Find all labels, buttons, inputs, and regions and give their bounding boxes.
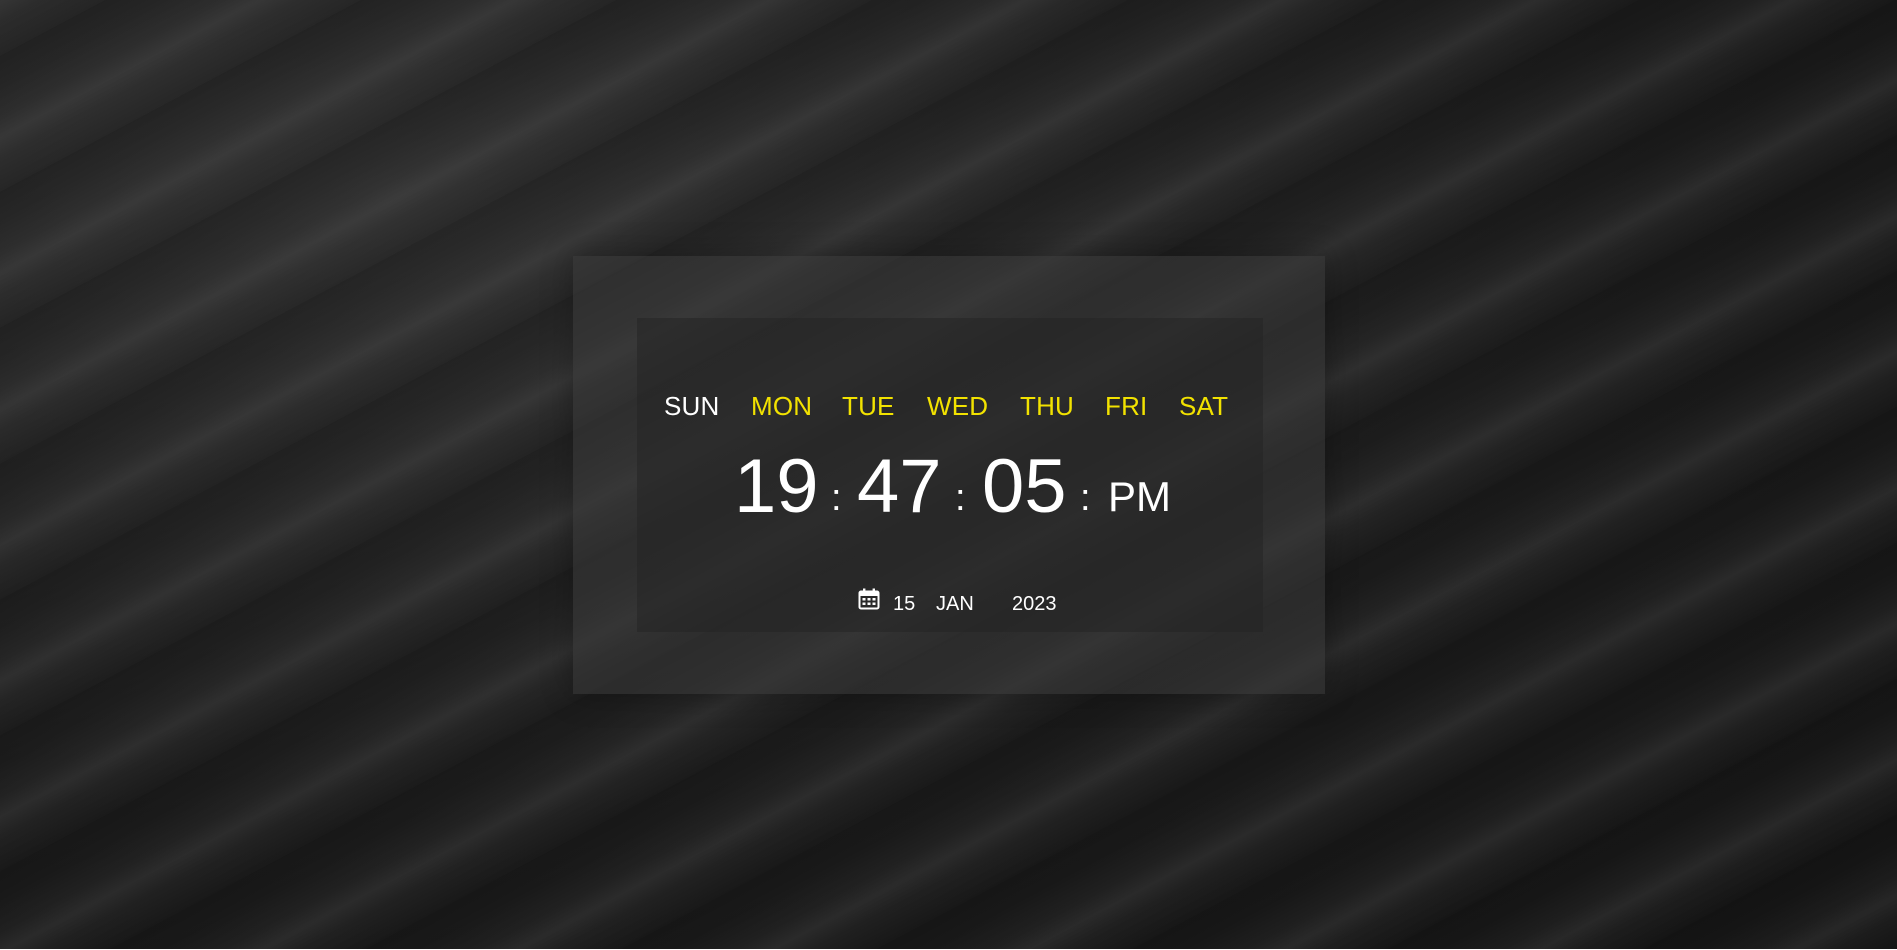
time-minutes: 47 — [857, 444, 942, 529]
weekday-row: SUN MON TUE WED THU FRI SAT — [637, 390, 1263, 422]
weekday-tue: TUE — [842, 391, 895, 421]
date-display: 15 JAN 2023 — [637, 588, 1263, 618]
weekday-mon: MON — [751, 391, 813, 421]
weekday-fri: FRI — [1105, 391, 1148, 421]
time-seconds: 05 — [982, 444, 1067, 529]
time-separator: : — [1080, 477, 1091, 519]
date-year: 2023 — [1012, 593, 1057, 615]
weekday-sun: SUN — [664, 391, 720, 421]
date-day: 15 — [893, 593, 916, 615]
clock-inner-panel: SUN MON TUE WED THU FRI SAT 19 : 47 : 05… — [637, 318, 1263, 632]
weekday-thu: THU — [1020, 391, 1075, 421]
time-separator: : — [831, 477, 842, 519]
weekday-sat: SAT — [1179, 391, 1229, 421]
time-hours: 19 — [734, 444, 819, 529]
date-month: JAN — [936, 593, 974, 615]
time-ampm: PM — [1108, 473, 1171, 520]
weekday-wed: WED — [927, 391, 989, 421]
calendar-icon — [858, 588, 880, 610]
clock-card: SUN MON TUE WED THU FRI SAT 19 : 47 : 05… — [573, 256, 1325, 694]
page-background: { "days": [ {"label": "SUN", "active": t… — [0, 0, 1897, 950]
time-separator: : — [955, 477, 966, 519]
time-display: 19 : 47 : 05 : PM — [637, 442, 1263, 532]
